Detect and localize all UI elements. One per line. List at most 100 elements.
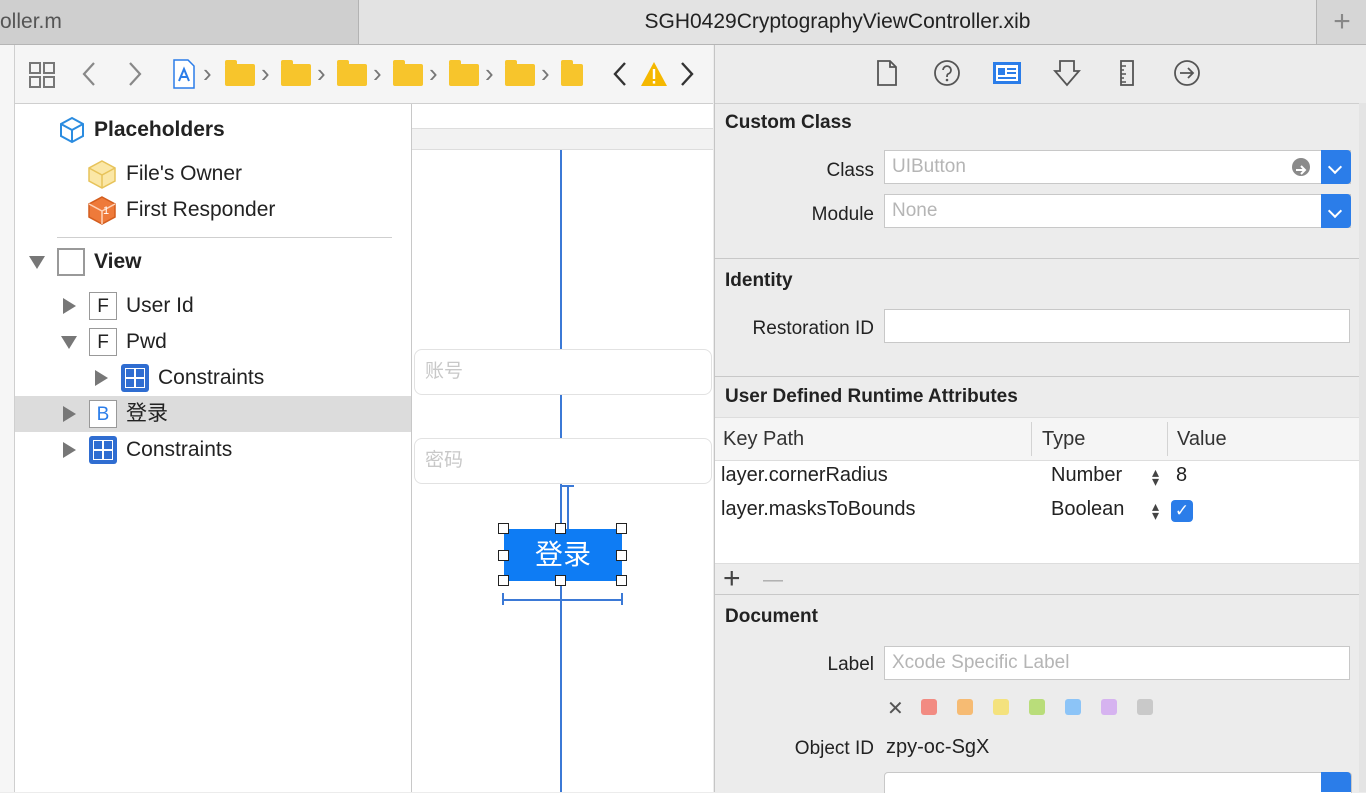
color-swatch-blue[interactable] bbox=[1065, 699, 1081, 715]
password-text-field[interactable]: 密码 bbox=[414, 438, 712, 484]
resize-handle[interactable] bbox=[555, 523, 566, 534]
outline-first-responder[interactable]: 1 First Responder bbox=[15, 192, 411, 228]
key-path-cell[interactable]: layer.masksToBounds bbox=[721, 498, 916, 521]
resize-handle[interactable] bbox=[555, 575, 566, 586]
restoration-id-field[interactable] bbox=[884, 309, 1350, 343]
resize-handle[interactable] bbox=[616, 550, 627, 561]
table-header bbox=[715, 418, 1361, 461]
clear-color-icon[interactable]: ✕ bbox=[887, 696, 904, 721]
identity-inspector-icon[interactable] bbox=[991, 59, 1021, 87]
folder-icon[interactable] bbox=[505, 60, 535, 86]
issue-forward-icon[interactable] bbox=[679, 61, 695, 87]
utilities-inspector: Custom Class Class UIButton Module None … bbox=[714, 45, 1366, 793]
class-dropdown-button[interactable] bbox=[1321, 150, 1351, 184]
add-attribute-button[interactable]: + bbox=[723, 562, 741, 596]
disclosure-down-icon[interactable] bbox=[29, 256, 45, 269]
chevron-right-icon: › bbox=[317, 58, 326, 88]
outline-user-id[interactable]: F User Id bbox=[15, 288, 411, 324]
attributes-inspector-icon[interactable] bbox=[1053, 59, 1081, 87]
column-divider bbox=[1167, 422, 1168, 456]
quick-help-icon[interactable] bbox=[933, 59, 961, 87]
module-combo-box[interactable]: None bbox=[884, 194, 1351, 228]
connections-inspector-icon[interactable] bbox=[1173, 59, 1201, 87]
outline-view-constraints[interactable]: Constraints bbox=[15, 432, 411, 468]
column-header-key-path[interactable]: Key Path bbox=[723, 418, 804, 460]
type-cell[interactable]: Boolean bbox=[1051, 498, 1124, 521]
color-swatch-green[interactable] bbox=[1029, 699, 1045, 715]
button-icon: B bbox=[89, 400, 117, 428]
outline-label: First Responder bbox=[126, 198, 276, 221]
size-inspector-icon[interactable] bbox=[1113, 59, 1141, 87]
folder-icon[interactable] bbox=[449, 60, 479, 86]
inspector-scrollbar[interactable] bbox=[1359, 103, 1366, 792]
spacing-constraint-cap bbox=[562, 485, 574, 487]
folder-icon[interactable] bbox=[393, 60, 423, 86]
udra-table[interactable]: Key Path Type Value layer.cornerRadius N… bbox=[715, 417, 1361, 564]
outline-label: Pwd bbox=[126, 330, 167, 353]
file-inspector-icon[interactable] bbox=[873, 59, 901, 87]
color-swatch-red[interactable] bbox=[921, 699, 937, 715]
outline-view[interactable]: View bbox=[15, 244, 411, 280]
color-swatch-purple[interactable] bbox=[1101, 699, 1117, 715]
column-header-type[interactable]: Type bbox=[1042, 418, 1085, 460]
disclosure-right-icon[interactable] bbox=[63, 298, 76, 314]
document-outline: Placeholders File's Owner 1 First Respon… bbox=[15, 104, 412, 792]
interface-canvas[interactable]: 账号 密码 登录 bbox=[412, 104, 713, 792]
account-placeholder: 账号 bbox=[425, 361, 464, 382]
outline-pwd-constraints[interactable]: Constraints bbox=[15, 360, 411, 396]
type-popup-arrows-icon[interactable]: ▴ ▾ bbox=[1152, 499, 1159, 522]
color-swatch-orange[interactable] bbox=[957, 699, 973, 715]
column-divider bbox=[1031, 422, 1032, 456]
outline-login-button[interactable]: B 登录 bbox=[15, 396, 411, 432]
back-icon[interactable] bbox=[81, 61, 97, 87]
account-text-field[interactable]: 账号 bbox=[414, 349, 712, 395]
tab-xib-file[interactable]: SGH0429CryptographyViewController.xib bbox=[359, 0, 1316, 44]
lock-popup[interactable] bbox=[884, 772, 1352, 793]
masks-to-bounds-checkbox[interactable]: ✓ bbox=[1171, 500, 1193, 522]
add-tab-button[interactable]: + bbox=[1316, 0, 1366, 44]
type-cell[interactable]: Number bbox=[1051, 464, 1122, 487]
folder-icon[interactable] bbox=[281, 60, 311, 86]
lock-popup-button[interactable] bbox=[1321, 772, 1351, 792]
outline-label: Constraints bbox=[158, 366, 265, 389]
disclosure-right-icon[interactable] bbox=[63, 406, 76, 422]
color-swatch-gray[interactable] bbox=[1137, 699, 1153, 715]
key-path-cell[interactable]: layer.cornerRadius bbox=[721, 464, 888, 487]
column-header-value[interactable]: Value bbox=[1177, 418, 1227, 460]
type-popup-arrows-icon[interactable]: ▴ ▾ bbox=[1152, 465, 1159, 488]
disclosure-right-icon[interactable] bbox=[95, 370, 108, 386]
issue-back-icon[interactable] bbox=[612, 61, 628, 87]
outline-pwd[interactable]: F Pwd bbox=[15, 324, 411, 360]
folder-icon[interactable] bbox=[337, 60, 367, 86]
class-label: Class bbox=[826, 160, 874, 181]
files-owner-icon bbox=[87, 159, 117, 189]
remove-attribute-button[interactable]: — bbox=[763, 564, 783, 596]
folder-icon[interactable] bbox=[225, 60, 255, 86]
module-placeholder: None bbox=[892, 200, 938, 221]
tab-implementation-file[interactable]: oller.m bbox=[0, 0, 359, 44]
udra-title: User Defined Runtime Attributes bbox=[725, 386, 1018, 407]
resize-handle[interactable] bbox=[616, 575, 627, 586]
resize-handle[interactable] bbox=[498, 523, 509, 534]
section-divider bbox=[715, 376, 1366, 377]
login-button[interactable]: 登录 bbox=[504, 529, 622, 581]
resize-handle[interactable] bbox=[498, 575, 509, 586]
warning-icon[interactable] bbox=[640, 61, 668, 87]
class-combo-box[interactable]: UIButton bbox=[884, 150, 1351, 184]
outline-label: Placeholders bbox=[94, 118, 225, 141]
color-swatch-yellow[interactable] bbox=[993, 699, 1009, 715]
grid-icon[interactable] bbox=[29, 62, 55, 88]
disclosure-down-icon[interactable] bbox=[61, 336, 77, 349]
xib-file-icon[interactable] bbox=[173, 59, 195, 89]
module-dropdown-button[interactable] bbox=[1321, 194, 1351, 228]
go-to-class-icon[interactable] bbox=[1292, 158, 1310, 176]
resize-handle[interactable] bbox=[498, 550, 509, 561]
folder-icon[interactable] bbox=[561, 60, 583, 86]
outline-placeholders[interactable]: Placeholders bbox=[15, 112, 411, 148]
disclosure-right-icon[interactable] bbox=[63, 442, 76, 458]
forward-icon[interactable] bbox=[127, 61, 143, 87]
value-cell[interactable]: 8 bbox=[1176, 464, 1187, 487]
resize-handle[interactable] bbox=[616, 523, 627, 534]
xcode-label-field[interactable]: Xcode Specific Label bbox=[884, 646, 1350, 680]
outline-files-owner[interactable]: File's Owner bbox=[15, 156, 411, 192]
